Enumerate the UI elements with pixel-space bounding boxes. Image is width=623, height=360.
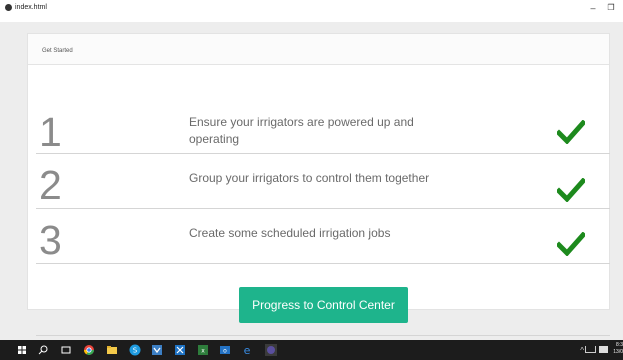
search-icon[interactable] xyxy=(37,344,49,356)
vs-code-icon[interactable] xyxy=(174,344,186,356)
step-text: Create some scheduled irrigation jobs xyxy=(189,226,391,240)
step-text: Ensure your irrigators are powered up an… xyxy=(189,115,414,146)
task-view-icon[interactable] xyxy=(60,344,72,356)
card-header: Get Started xyxy=(28,34,609,65)
window-titlebar: index.html – ❐ xyxy=(0,0,623,22)
cta-area: Progress to Control Center xyxy=(36,264,610,323)
checkmark-icon xyxy=(557,232,585,256)
clock-time: 8:3 xyxy=(616,342,623,348)
divider xyxy=(36,335,610,336)
progress-to-control-center-button[interactable]: Progress to Control Center xyxy=(239,287,408,323)
skype-icon[interactable]: S xyxy=(129,344,141,356)
chrome-icon[interactable] xyxy=(83,344,95,356)
svg-text:x: x xyxy=(201,348,205,355)
taskbar: S x o e ^ 8:3 13/0 xyxy=(0,340,623,360)
network-icon[interactable] xyxy=(585,346,596,353)
step-number: 2 xyxy=(39,162,62,208)
file-explorer-icon[interactable] xyxy=(106,344,118,356)
checkmark-icon xyxy=(557,120,585,144)
step-number: 1 xyxy=(39,109,62,155)
step-number: 3 xyxy=(39,217,62,263)
app-icon xyxy=(5,4,12,11)
minimize-button[interactable]: – xyxy=(584,0,602,16)
edge-icon[interactable]: e xyxy=(241,344,253,356)
clock-date: 13/0 xyxy=(613,349,623,355)
card-title: Get Started xyxy=(42,48,73,54)
start-icon[interactable] xyxy=(16,344,28,356)
window-title: index.html xyxy=(15,4,47,11)
checkmark-icon xyxy=(557,178,585,202)
app-icon[interactable] xyxy=(265,344,277,356)
system-tray: ^ 8:3 13/0 xyxy=(573,340,623,360)
restore-button[interactable]: ❐ xyxy=(602,0,620,16)
clock[interactable]: 8:3 13/0 xyxy=(611,342,623,356)
step-row: 2 Group your irrigators to control them … xyxy=(36,154,610,209)
visual-studio-icon[interactable] xyxy=(151,344,163,356)
svg-text:o: o xyxy=(223,348,227,355)
get-started-card: Get Started 1 Ensure your irrigators are… xyxy=(27,33,610,336)
svg-text:S: S xyxy=(133,347,138,355)
step-row: 3 Create some scheduled irrigation jobs xyxy=(36,209,610,264)
chevron-up-icon[interactable]: ^ xyxy=(580,346,584,355)
step-text: Group your irrigators to control them to… xyxy=(189,171,430,185)
outlook-icon[interactable]: o xyxy=(219,344,231,356)
step-row: 1 Ensure your irrigators are powered up … xyxy=(36,99,610,154)
svg-text:e: e xyxy=(244,344,251,356)
notifications-icon[interactable] xyxy=(599,346,608,353)
excel-icon[interactable]: x xyxy=(197,344,209,356)
